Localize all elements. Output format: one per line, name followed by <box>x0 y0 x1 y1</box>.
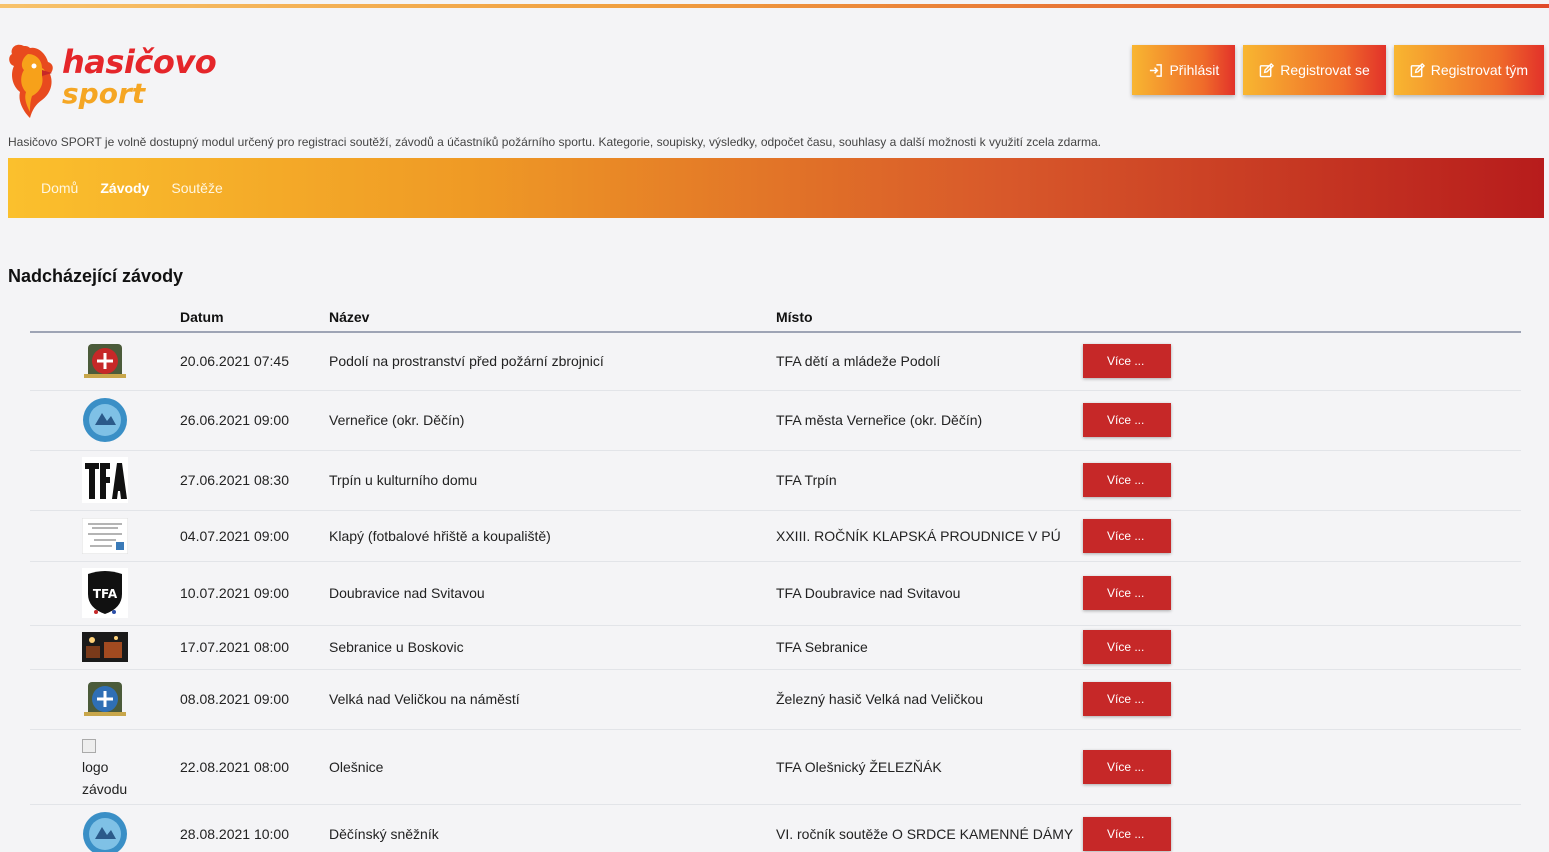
more-button[interactable]: Více ... <box>1083 682 1171 716</box>
broken-image-icon: logo závodu <box>82 734 152 800</box>
race-name: Klapý (fotbalové hřiště a koupaliště) <box>329 510 776 562</box>
race-date: 27.06.2021 08:30 <box>180 450 329 511</box>
race-name: Doubravice nad Svitavou <box>329 561 776 626</box>
race-place: TFA dětí a mládeže Podolí <box>776 332 1083 391</box>
login-button[interactable]: Přihlásit <box>1132 45 1236 95</box>
edit-icon <box>1410 62 1425 77</box>
race-place: Železný hasič Velká nad Veličkou <box>776 669 1083 730</box>
table-row: logo závodu 22.08.2021 08:00 Olešnice TF… <box>30 729 1521 805</box>
tfa-shield-logo-icon: TFA <box>82 568 128 618</box>
register-button-label: Registrovat se <box>1280 62 1370 78</box>
table-row: 04.07.2021 09:00 Klapý (fotbalové hřiště… <box>30 510 1521 562</box>
race-place: TFA Olešnický ŽELEZŇÁK <box>776 729 1083 805</box>
section-title: Nadcházející závody <box>8 266 184 286</box>
svg-text:TFA: TFA <box>93 587 118 601</box>
logo-text-hasicovo: hasičovo <box>62 43 217 81</box>
nav-item-races[interactable]: Závody <box>89 180 160 196</box>
header-action <box>1083 302 1521 333</box>
race-date: 17.07.2021 08:00 <box>180 625 329 670</box>
main-navbar: Domů Závody Soutěže <box>8 158 1544 218</box>
race-place: TFA Trpín <box>776 450 1083 511</box>
more-button[interactable]: Více ... <box>1083 749 1171 784</box>
sign-in-icon <box>1150 63 1163 77</box>
race-name: Sebranice u Boskovic <box>329 625 776 670</box>
race-place: TFA Doubravice nad Svitavou <box>776 561 1083 626</box>
logo-text-sport: sport <box>62 77 146 110</box>
upcoming-races-table: Datum Název Místo 20.06.2021 07:45 Podol… <box>30 302 1521 852</box>
broken-image-placeholder-icon <box>82 738 96 753</box>
account-buttons: Přihlásit Registrovat se Registrovat tým <box>1132 45 1544 95</box>
race-place: VI. ročník soutěže O SRDCE KAMENNÉ DÁMY <box>776 804 1083 852</box>
race-place: TFA Sebranice <box>776 625 1083 670</box>
header-name: Název <box>329 302 776 333</box>
nav-item-competitions[interactable]: Soutěže <box>160 180 233 196</box>
race-date: 26.06.2021 09:00 <box>180 390 329 451</box>
blue-round-badge-icon <box>83 812 127 852</box>
table-row: 17.07.2021 08:00 Sebranice u Boskovic TF… <box>30 625 1521 670</box>
more-button[interactable]: Více ... <box>1083 630 1171 664</box>
race-date: 20.06.2021 07:45 <box>180 332 329 391</box>
register-team-button-label: Registrovat tým <box>1430 62 1528 78</box>
table-row: 28.08.2021 10:00 Děčínský sněžník VI. ro… <box>30 804 1521 852</box>
race-date: 04.07.2021 09:00 <box>180 510 329 562</box>
night-photo-icon <box>82 632 128 662</box>
table-row: 08.08.2021 09:00 Velká nad Veličkou na n… <box>30 669 1521 730</box>
table-row: 20.06.2021 07:45 Podolí na prostranství … <box>30 332 1521 391</box>
race-name: Děčínský sněžník <box>329 804 776 852</box>
race-date: 08.08.2021 09:00 <box>180 669 329 730</box>
register-button[interactable]: Registrovat se <box>1243 45 1386 95</box>
race-name: Olešnice <box>329 729 776 805</box>
rooster-flame-logo-icon <box>9 44 53 118</box>
more-button[interactable]: Více ... <box>1083 344 1171 379</box>
flyer-thumbnail-icon <box>82 517 128 554</box>
race-name: Verneřice (okr. Děčín) <box>329 390 776 451</box>
crest-blue-icon <box>84 682 126 716</box>
header-logo <box>30 302 180 333</box>
top-accent-line <box>0 4 1549 8</box>
table-header-row: Datum Název Místo <box>30 302 1521 333</box>
race-date: 22.08.2021 08:00 <box>180 729 329 805</box>
header-place: Místo <box>776 302 1083 333</box>
race-date: 28.08.2021 10:00 <box>180 804 329 852</box>
more-button[interactable]: Více ... <box>1083 403 1171 437</box>
crest-red-icon <box>84 344 126 379</box>
more-button[interactable]: Více ... <box>1083 463 1171 497</box>
site-logo[interactable]: hasičovo sport <box>6 40 221 120</box>
table-row: 27.06.2021 08:30 Trpín u kulturního domu… <box>30 450 1521 511</box>
more-button[interactable]: Více ... <box>1083 576 1171 610</box>
race-name: Velká nad Veličkou na náměstí <box>329 669 776 730</box>
more-button[interactable]: Více ... <box>1083 817 1171 851</box>
table-row: TFA 10.07.2021 09:00 Doubravice nad Svit… <box>30 561 1521 626</box>
race-name: Podolí na prostranství před požární zbro… <box>329 332 776 391</box>
edit-icon <box>1259 62 1275 77</box>
race-name: Trpín u kulturního domu <box>329 450 776 511</box>
race-place: TFA města Verneřice (okr. Děčín) <box>776 390 1083 451</box>
blue-round-badge-icon <box>83 398 127 442</box>
header-date: Datum <box>180 302 329 333</box>
table-row: 26.06.2021 09:00 Verneřice (okr. Děčín) … <box>30 390 1521 451</box>
tfa-text-logo-icon <box>82 457 128 503</box>
more-button[interactable]: Více ... <box>1083 518 1171 553</box>
intro-text: Hasičovo SPORT je volně dostupný modul u… <box>8 135 1101 149</box>
race-place: XXIII. ROČNÍK KLAPSKÁ PROUDNICE V PÚ <box>776 510 1083 562</box>
broken-logo-alt: logo závodu <box>82 758 128 797</box>
login-button-label: Přihlásit <box>1169 62 1220 78</box>
nav-item-home[interactable]: Domů <box>30 180 89 196</box>
race-date: 10.07.2021 09:00 <box>180 561 329 626</box>
register-team-button[interactable]: Registrovat tým <box>1393 45 1544 95</box>
